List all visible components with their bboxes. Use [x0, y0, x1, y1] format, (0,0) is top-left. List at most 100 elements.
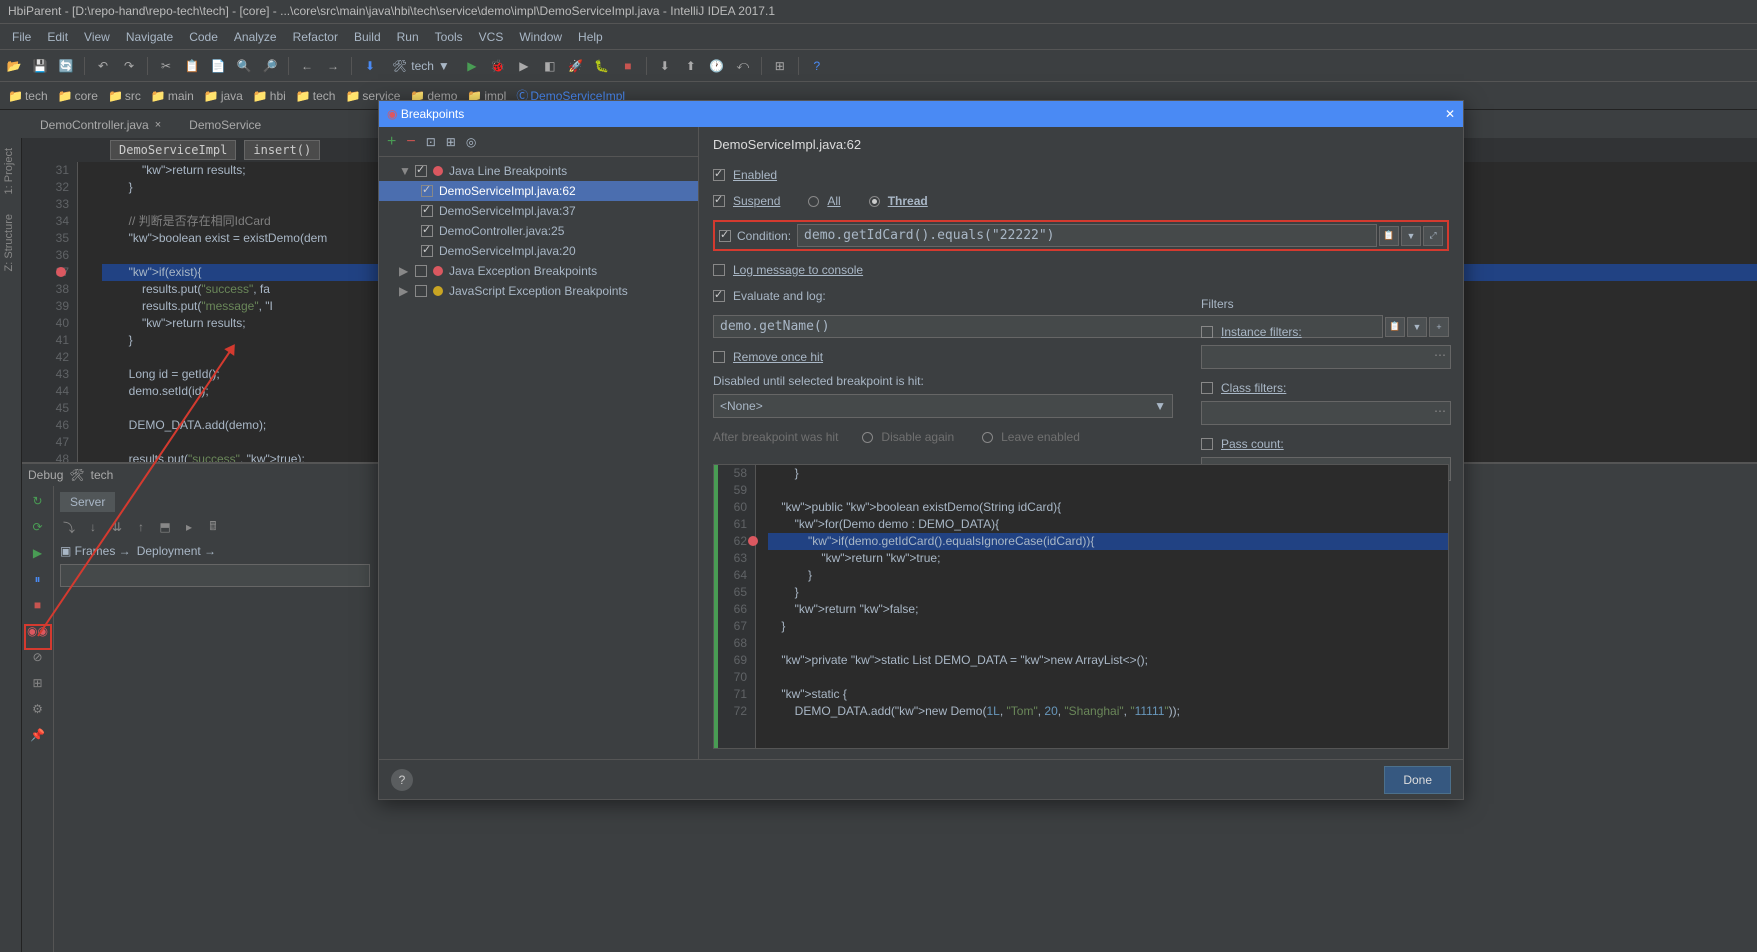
frames-search[interactable] — [60, 564, 370, 587]
open-icon[interactable]: 📂 — [4, 56, 24, 76]
leave-enabled-radio[interactable] — [982, 432, 993, 443]
evaluate-icon[interactable]: 🖩 — [204, 518, 222, 536]
done-button[interactable]: Done — [1384, 766, 1451, 794]
tree-java-line-breakpoints[interactable]: ▼Java Line Breakpoints — [379, 161, 698, 181]
condition-dropdown-icon[interactable]: ▼ — [1401, 226, 1421, 246]
group-icon[interactable]: ⊡ — [426, 135, 436, 149]
tree-bp-62[interactable]: DemoServiceImpl.java:62 — [379, 181, 698, 201]
side-tab-project[interactable]: 1: Project — [0, 138, 18, 204]
sync-icon[interactable]: 🔄 — [56, 56, 76, 76]
resume-icon[interactable]: ▶ — [29, 544, 47, 562]
save-icon[interactable]: 💾 — [30, 56, 50, 76]
disabled-until-select[interactable]: <None>▼ — [713, 394, 1173, 418]
copy-icon[interactable]: 📋 — [182, 56, 202, 76]
profile-icon[interactable]: ◧ — [540, 56, 560, 76]
disable-again-radio[interactable] — [862, 432, 873, 443]
menu-view[interactable]: View — [76, 26, 118, 48]
find-icon[interactable]: 🔍 — [234, 56, 254, 76]
deployment-tab[interactable]: Deployment → — [137, 544, 216, 558]
build-icon[interactable]: ⬇ — [360, 56, 380, 76]
menu-edit[interactable]: Edit — [39, 26, 76, 48]
nav-techpkg[interactable]: 📁 tech — [292, 87, 340, 105]
redo-icon[interactable]: ↷ — [119, 56, 139, 76]
condition-history-icon[interactable]: 📋 — [1379, 226, 1399, 246]
group-by-icon[interactable]: ⊞ — [446, 135, 456, 149]
enabled-checkbox[interactable] — [713, 169, 725, 181]
menu-refactor[interactable]: Refactor — [285, 26, 346, 48]
eval-checkbox[interactable] — [713, 290, 725, 302]
nav-src[interactable]: 📁 src — [104, 87, 145, 105]
drop-frame-icon[interactable]: ⬒ — [156, 518, 174, 536]
menu-vcs[interactable]: VCS — [471, 26, 512, 48]
condition-input[interactable] — [797, 224, 1377, 247]
menu-code[interactable]: Code — [181, 26, 226, 48]
update-icon[interactable]: ⟳ — [29, 518, 47, 536]
crumb-method[interactable]: insert() — [244, 140, 320, 160]
pin-icon[interactable]: 📌 — [29, 726, 47, 744]
dialog-title-bar[interactable]: ◉ Breakpoints ✕ — [379, 101, 1463, 127]
view-breakpoints-icon[interactable]: ◉◉ — [29, 622, 47, 640]
jrebel-run-icon[interactable]: 🚀 — [566, 56, 586, 76]
side-tab-structure[interactable]: Z: Structure — [0, 204, 18, 281]
add-breakpoint-icon[interactable]: + — [387, 133, 396, 151]
suspend-checkbox[interactable] — [713, 195, 725, 207]
crumb-class[interactable]: DemoServiceImpl — [110, 140, 236, 160]
vcs-revert-icon[interactable]: ⤺ — [733, 56, 753, 76]
tree-bp-37[interactable]: DemoServiceImpl.java:37 — [379, 201, 698, 221]
suspend-all-radio[interactable] — [808, 196, 819, 207]
close-icon[interactable]: × — [155, 119, 161, 131]
tab-democontroller[interactable]: DemoController.java× — [26, 110, 175, 138]
step-over-icon[interactable]: ⤵ — [60, 518, 78, 536]
remove-once-checkbox[interactable] — [713, 351, 725, 363]
menu-navigate[interactable]: Navigate — [118, 26, 181, 48]
debug-tab-server[interactable]: Server — [60, 492, 115, 512]
force-step-icon[interactable]: ⇊ — [108, 518, 126, 536]
run-icon[interactable]: ▶ — [462, 56, 482, 76]
nav-hbi[interactable]: 📁 hbi — [249, 87, 290, 105]
tab-demoservice[interactable]: DemoService — [175, 110, 275, 138]
replace-icon[interactable]: 🔎 — [260, 56, 280, 76]
structure-icon[interactable]: ⊞ — [770, 56, 790, 76]
step-into-icon[interactable]: ↓ — [84, 518, 102, 536]
tree-bp-25[interactable]: DemoController.java:25 — [379, 221, 698, 241]
vcs-history-icon[interactable]: 🕐 — [707, 56, 727, 76]
tree-js-exception[interactable]: ▶JavaScript Exception Breakpoints — [379, 281, 698, 301]
nav-java[interactable]: 📁 java — [200, 87, 247, 105]
stop-icon[interactable]: ■ — [618, 56, 638, 76]
mute-breakpoints-icon[interactable]: ⊘ — [29, 648, 47, 666]
instance-filters-checkbox[interactable] — [1201, 326, 1213, 338]
menu-window[interactable]: Window — [511, 26, 570, 48]
condition-expand-icon[interactable]: ⤢ — [1423, 226, 1443, 246]
menu-help[interactable]: Help — [570, 26, 611, 48]
class-filters-checkbox[interactable] — [1201, 382, 1213, 394]
help-icon[interactable]: ? — [391, 769, 413, 791]
paste-icon[interactable]: 📄 — [208, 56, 228, 76]
undo-icon[interactable]: ↶ — [93, 56, 113, 76]
tree-bp-20[interactable]: DemoServiceImpl.java:20 — [379, 241, 698, 261]
cut-icon[interactable]: ✂ — [156, 56, 176, 76]
menu-tools[interactable]: Tools — [427, 26, 471, 48]
remove-breakpoint-icon[interactable]: − — [406, 133, 415, 151]
debug-icon[interactable]: 🐞 — [488, 56, 508, 76]
log-checkbox[interactable] — [713, 264, 725, 276]
vcs-update-icon[interactable]: ⬇ — [655, 56, 675, 76]
jrebel-debug-icon[interactable]: 🐛 — [592, 56, 612, 76]
instance-filters-input[interactable] — [1201, 345, 1451, 369]
class-filters-input[interactable] — [1201, 401, 1451, 425]
settings-icon[interactable]: ⚙ — [29, 700, 47, 718]
nav-core[interactable]: 📁 core — [54, 87, 102, 105]
tree-java-exception[interactable]: ▶Java Exception Breakpoints — [379, 261, 698, 281]
editor-gutter[interactable]: 313233343536373839404142434445464748 — [22, 162, 78, 462]
coverage-icon[interactable]: ▶ — [514, 56, 534, 76]
pause-icon[interactable]: ⏸ — [29, 570, 47, 588]
menu-file[interactable]: File — [4, 26, 39, 48]
run-to-cursor-icon[interactable]: ▸ — [180, 518, 198, 536]
condition-checkbox[interactable] — [719, 230, 731, 242]
stop-icon[interactable]: ■ — [29, 596, 47, 614]
dialog-close-icon[interactable]: ✕ — [1445, 107, 1455, 121]
forward-icon[interactable]: → — [323, 56, 343, 76]
back-icon[interactable]: ← — [297, 56, 317, 76]
run-config-selector[interactable]: 🛠 tech ▼ — [386, 57, 456, 75]
pass-count-checkbox[interactable] — [1201, 438, 1213, 450]
help-icon[interactable]: ? — [807, 56, 827, 76]
